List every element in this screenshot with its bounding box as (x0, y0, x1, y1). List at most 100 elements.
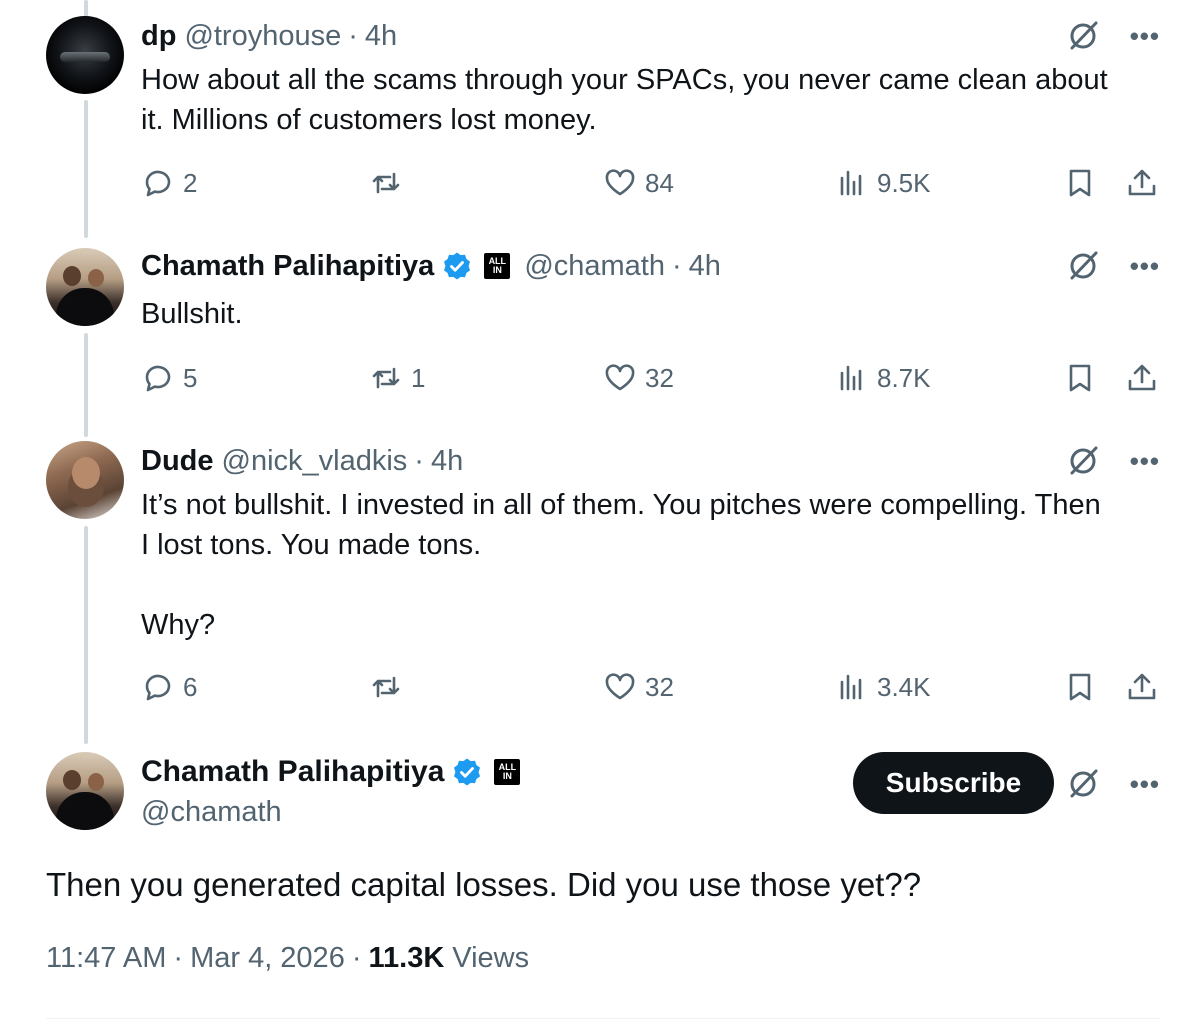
repost-button[interactable] (369, 667, 411, 707)
tweet-text: How about all the scams through your SPA… (141, 64, 1108, 136)
tweet-text: Bullshit. (141, 298, 243, 330)
display-name[interactable]: dp (141, 20, 176, 53)
like-button[interactable]: 32 (603, 358, 674, 398)
share-button[interactable] (1125, 667, 1159, 707)
grok-icon[interactable] (1066, 248, 1102, 284)
main-tweet-text: Then you generated capital losses. Did y… (46, 866, 922, 903)
subscribe-button[interactable]: Subscribe (853, 752, 1054, 814)
analytics-icon (840, 674, 862, 700)
display-name[interactable]: Dude (141, 445, 214, 478)
bookmark-button[interactable] (1063, 358, 1097, 398)
bookmark-icon (1069, 673, 1091, 701)
reply-count: 2 (183, 167, 198, 198)
main-name-row: Chamath Palihapitiya ALL IN (141, 752, 521, 792)
like-count: 32 (645, 671, 674, 702)
action-bar: 6 32 3.4K (141, 667, 1161, 707)
separator: · (173, 942, 184, 974)
timestamp[interactable]: 4h (689, 250, 721, 283)
reply-button[interactable]: 2 (141, 163, 197, 203)
verified-badge-icon[interactable] (452, 757, 482, 787)
grok-icon[interactable] (1066, 443, 1102, 479)
avatar[interactable] (46, 248, 124, 326)
tweet-header: dp @troyhouse · 4h (141, 16, 397, 56)
more-icon[interactable]: ••• (1130, 446, 1160, 477)
bookmark-icon (1069, 169, 1091, 197)
post-time[interactable]: 11:47 AM (46, 942, 166, 975)
repost-icon (372, 367, 400, 389)
share-button[interactable] (1125, 163, 1159, 203)
views-button[interactable]: 8.7K (835, 358, 931, 398)
views-count: 9.5K (877, 167, 931, 198)
user-handle[interactable]: @troyhouse (184, 20, 341, 53)
bookmark-icon (1069, 364, 1091, 392)
main-top-icons: ••• (1066, 766, 1160, 802)
bookmark-button[interactable] (1063, 667, 1097, 707)
tweet-header: Chamath Palihapitiya ALL IN @chamath · 4h (141, 246, 721, 286)
timestamp[interactable]: 4h (431, 445, 463, 478)
views-button[interactable]: 3.4K (835, 667, 931, 707)
avatar[interactable] (46, 16, 124, 94)
reply-tweet[interactable]: dp @troyhouse · 4h ••• How about all the… (0, 0, 1200, 220)
share-icon (1128, 673, 1156, 700)
views-count: 8.7K (877, 362, 931, 393)
verified-badge-icon[interactable] (442, 251, 472, 281)
analytics-icon (840, 365, 862, 391)
like-count: 84 (645, 167, 674, 198)
analytics-icon (840, 170, 862, 196)
display-name[interactable]: Chamath Palihapitiya (141, 250, 434, 283)
views-button[interactable]: 9.5K (835, 163, 931, 203)
separator: · (348, 19, 358, 52)
share-button[interactable] (1125, 358, 1159, 398)
affiliate-badge[interactable]: ALL IN (484, 253, 511, 279)
reply-icon (145, 674, 171, 701)
action-bar: 5 1 32 8.7K (141, 358, 1161, 398)
grok-icon[interactable] (1066, 766, 1102, 802)
main-avatar[interactable] (46, 752, 124, 830)
repost-count: 1 (411, 362, 426, 393)
repost-button[interactable] (369, 163, 411, 203)
reply-tweet[interactable]: Chamath Palihapitiya ALL IN @chamath · 4h… (0, 240, 1200, 440)
views-count: 3.4K (877, 671, 931, 702)
heart-icon (605, 673, 635, 700)
reply-icon (145, 365, 171, 392)
user-handle[interactable]: @nick_vladkis (222, 445, 408, 478)
more-icon[interactable]: ••• (1130, 769, 1160, 800)
display-name[interactable]: Chamath Palihapitiya (141, 755, 444, 789)
user-handle[interactable]: @chamath (141, 792, 520, 832)
separator: · (671, 249, 682, 282)
heart-icon (605, 169, 635, 196)
like-button[interactable]: 84 (603, 163, 674, 203)
avatar[interactable] (46, 441, 124, 519)
grok-icon[interactable] (1066, 18, 1102, 54)
more-icon[interactable]: ••• (1130, 21, 1160, 52)
divider (46, 1018, 1160, 1019)
tweet-top-icons: ••• (1066, 18, 1160, 54)
reply-tweet[interactable]: Dude @nick_vladkis · 4h ••• It’s not bul… (0, 435, 1200, 735)
user-handle[interactable]: @chamath (524, 250, 665, 283)
separator: · (351, 942, 362, 974)
like-count: 32 (645, 362, 674, 393)
post-date[interactable]: Mar 4, 2026 (190, 942, 345, 975)
bookmark-button[interactable] (1063, 163, 1097, 203)
timestamp[interactable]: 4h (365, 20, 397, 53)
views-label: Views (452, 942, 530, 974)
reply-icon (145, 170, 171, 197)
tweet-meta: 11:47 AM · Mar 4, 2026 · 11.3K Views (46, 942, 529, 975)
reply-button[interactable]: 5 (141, 358, 197, 398)
repost-button[interactable]: 1 (369, 358, 425, 398)
repost-icon (372, 172, 400, 194)
affiliate-badge[interactable]: ALL IN (494, 759, 521, 785)
repost-icon (372, 676, 400, 698)
affiliate-badge-line: IN (492, 265, 502, 275)
action-bar: 2 84 9.5K (141, 163, 1161, 203)
affiliate-badge-line: IN (502, 771, 512, 781)
tweet-header: Dude @nick_vladkis · 4h (141, 441, 463, 481)
separator: · (414, 444, 424, 477)
reply-count: 6 (183, 671, 198, 702)
reply-button[interactable]: 6 (141, 667, 197, 707)
tweet-text: It’s not bullshit. I invested in all of … (141, 489, 1101, 641)
more-icon[interactable]: ••• (1130, 251, 1160, 282)
tweet-top-icons: ••• (1066, 248, 1160, 284)
like-button[interactable]: 32 (603, 667, 674, 707)
main-tweet-header: Chamath Palihapitiya ALL IN @chamath (141, 752, 521, 832)
